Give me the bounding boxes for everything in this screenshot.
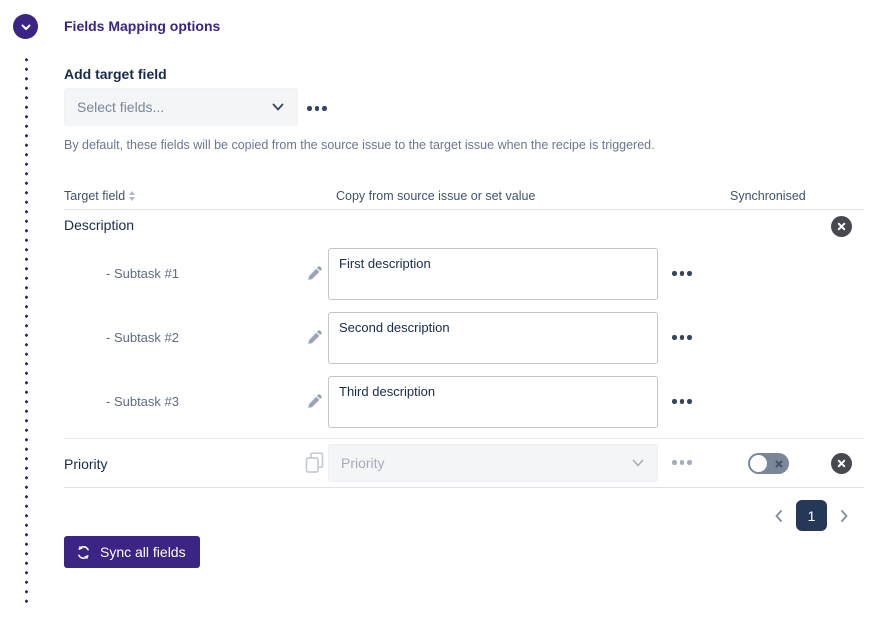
fields-mapping-panel: Fields Mapping options Add target field … [0, 0, 887, 621]
sync-button-label: Sync all fields [100, 544, 186, 560]
next-page-button[interactable] [835, 506, 853, 526]
column-header-synchronised: Synchronised [730, 189, 806, 203]
target-field-header-label: Target field [64, 189, 125, 203]
field-label-priority: Priority [64, 456, 108, 472]
copy-icon [305, 452, 324, 474]
column-header-target-field[interactable]: Target field [64, 189, 135, 203]
edit-pencil-icon [306, 393, 323, 410]
subtask-label: - Subtask #3 [106, 394, 179, 409]
subtask-more-options-button[interactable] [672, 335, 692, 340]
close-icon [837, 222, 846, 231]
sort-icon [129, 191, 135, 201]
help-text: By default, these fields will be copied … [64, 138, 655, 152]
close-icon [837, 459, 846, 468]
priority-more-options-button[interactable] [672, 460, 692, 465]
sync-all-fields-button[interactable]: Sync all fields [64, 536, 200, 568]
add-field-more-options-button[interactable] [307, 106, 327, 111]
column-header-copy-value: Copy from source issue or set value [336, 189, 535, 203]
section-title: Fields Mapping options [64, 18, 220, 34]
chevron-right-icon [837, 508, 851, 524]
chevron-left-icon [772, 508, 786, 524]
synchronised-toggle[interactable] [748, 453, 789, 474]
subtask-description-input[interactable]: Second description [328, 312, 658, 364]
priority-value-select[interactable]: Priority [328, 444, 658, 482]
chevron-down-icon [20, 21, 32, 33]
subtask-description-input[interactable]: First description [328, 248, 658, 300]
edit-pencil-icon [306, 329, 323, 346]
toggle-knob [750, 455, 767, 472]
remove-description-field-button[interactable] [831, 216, 852, 237]
add-target-field-label: Add target field [64, 66, 167, 82]
chevron-down-icon [631, 456, 645, 470]
edit-pencil-icon [306, 265, 323, 282]
select-placeholder: Select fields... [77, 99, 164, 115]
toggle-off-x-icon [775, 460, 783, 468]
row-divider [64, 438, 864, 439]
collapse-section-button[interactable] [13, 14, 38, 39]
table-bottom-divider [64, 487, 864, 488]
section-dotted-rail [25, 55, 28, 608]
subtask-more-options-button[interactable] [672, 399, 692, 404]
remove-priority-field-button[interactable] [831, 453, 852, 474]
sync-icon [76, 545, 91, 560]
header-divider [64, 209, 864, 210]
field-label-description: Description [64, 217, 134, 233]
subtask-label: - Subtask #2 [106, 330, 179, 345]
chevron-down-icon [271, 100, 285, 114]
subtask-description-input[interactable]: Third description [328, 376, 658, 428]
add-target-field-select[interactable]: Select fields... [64, 88, 298, 126]
previous-page-button[interactable] [770, 506, 788, 526]
page-number-button[interactable]: 1 [796, 500, 827, 531]
subtask-label: - Subtask #1 [106, 266, 179, 281]
priority-select-placeholder: Priority [341, 455, 385, 471]
pagination: 1 [770, 500, 853, 531]
subtask-more-options-button[interactable] [672, 271, 692, 276]
